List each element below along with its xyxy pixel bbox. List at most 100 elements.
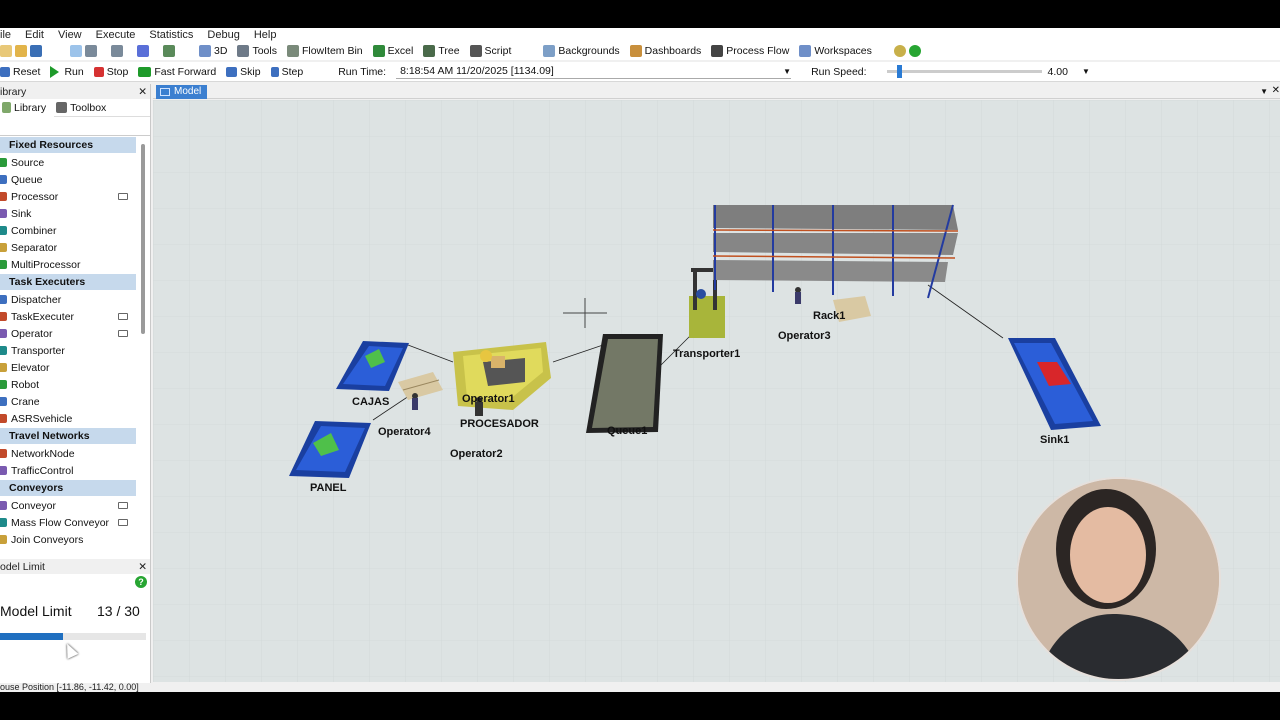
- toolbar-dashboards-button[interactable]: Dashboards: [629, 45, 701, 57]
- library-item-label: MultiProcessor: [11, 258, 81, 271]
- flow-mode-icon[interactable]: [111, 45, 123, 57]
- model-limit-panel: odel Limit ✕ ? Model Limit 13 / 30: [0, 559, 151, 683]
- tab-toolbox[interactable]: Toolbox: [54, 99, 114, 117]
- library-item[interactable]: Processor: [0, 188, 150, 205]
- library-item[interactable]: Robot: [0, 376, 150, 393]
- expand-icon[interactable]: [118, 502, 128, 509]
- chevron-down-icon[interactable]: ▼: [1082, 67, 1090, 76]
- library-item[interactable]: Crane: [0, 393, 150, 410]
- save-icon[interactable]: [30, 45, 42, 57]
- cajas-label: CAJAS: [352, 396, 390, 408]
- run-speed-slider[interactable]: [886, 65, 1042, 78]
- library-category[interactable]: Task Executers: [0, 274, 136, 290]
- run-speed-slider-thumb[interactable]: [896, 65, 902, 78]
- help-icon[interactable]: [908, 45, 921, 57]
- expand-icon[interactable]: [118, 313, 128, 320]
- toolbar-3d-button[interactable]: 3D: [199, 45, 227, 57]
- toolbar-workspaces-button[interactable]: Workspaces: [799, 45, 872, 57]
- library-item[interactable]: Separator: [0, 239, 150, 256]
- toolbar-tree-button[interactable]: Tree: [423, 45, 460, 57]
- library-item[interactable]: Combiner: [0, 222, 150, 239]
- library-item[interactable]: Join Conveyors: [0, 531, 150, 548]
- close-icon[interactable]: ✕: [138, 86, 147, 98]
- library-item-label: Robot: [11, 378, 40, 391]
- library-item-label: Source: [11, 156, 45, 169]
- backgrounds-icon: [543, 45, 556, 57]
- library-item-label: Operator: [11, 327, 53, 340]
- close-icon[interactable]: ✕: [138, 561, 147, 573]
- fast-forward-button[interactable]: Fast Forward: [138, 66, 216, 78]
- open-folder-icon[interactable]: [15, 45, 27, 57]
- menu-help[interactable]: Help: [254, 29, 277, 41]
- tab-model[interactable]: Model: [156, 85, 208, 99]
- toolbar-process-flow-button[interactable]: Process Flow: [711, 45, 789, 57]
- stop-button[interactable]: Stop: [93, 66, 128, 78]
- operator2-label: Operator2: [450, 448, 503, 460]
- close-icon[interactable]: ✕: [1272, 85, 1280, 96]
- expand-icon[interactable]: [118, 193, 128, 200]
- run-time-field[interactable]: 8:18:54 AM 11/20/2025 [1134.09] ▼: [396, 64, 792, 79]
- toolbar-tools-button[interactable]: Tools: [237, 45, 277, 57]
- expand-icon[interactable]: [118, 519, 128, 526]
- menu-view[interactable]: View: [58, 29, 82, 41]
- library-item[interactable]: TaskExecuter: [0, 308, 150, 325]
- run-speed-label: Run Speed:: [811, 65, 867, 78]
- run-button[interactable]: Run: [50, 65, 84, 78]
- connect-mode-icon[interactable]: [85, 45, 97, 57]
- menu-edit[interactable]: Edit: [25, 29, 44, 41]
- toolbar-excel-button[interactable]: Excel: [372, 45, 413, 57]
- library-item[interactable]: Transporter: [0, 342, 150, 359]
- library-category[interactable]: Conveyors: [0, 480, 136, 496]
- library-list: Fixed Resources Source Queue Processor Sink C…: [0, 137, 150, 548]
- reset-icon: [0, 66, 10, 77]
- menu-execute[interactable]: Execute: [96, 29, 136, 41]
- library-item[interactable]: Sink: [0, 205, 150, 222]
- library-item[interactable]: Mass Flow Conveyor: [0, 514, 150, 531]
- library-item[interactable]: Queue: [0, 171, 150, 188]
- fast-forward-icon: [138, 66, 152, 77]
- library-scrollbar[interactable]: [141, 144, 145, 334]
- library-search-input[interactable]: [0, 118, 150, 136]
- expand-icon[interactable]: [118, 330, 128, 337]
- chevron-down-icon[interactable]: ▼: [783, 67, 791, 76]
- library-item[interactable]: NetworkNode: [0, 445, 150, 462]
- library-item-label: Processor: [11, 190, 59, 203]
- library-item[interactable]: Conveyor: [0, 497, 150, 514]
- excel-icon: [372, 45, 385, 57]
- settings-gear-icon[interactable]: [893, 45, 906, 57]
- select-mode-icon[interactable]: [70, 45, 82, 57]
- tree-icon: [423, 45, 436, 57]
- library-item-label: Join Conveyors: [11, 533, 84, 546]
- library-item[interactable]: Operator: [0, 325, 150, 342]
- library-category[interactable]: Fixed Resources: [0, 137, 136, 153]
- library-item-icon: [0, 209, 7, 218]
- library-item-label: Separator: [11, 241, 58, 254]
- library-item[interactable]: MultiProcessor: [0, 256, 150, 273]
- run-speed-value[interactable]: 4.00: [1048, 66, 1068, 78]
- color-icon[interactable]: [137, 45, 149, 57]
- toolbar-flowitem-bin-button[interactable]: FlowItem Bin: [286, 45, 363, 57]
- library-item[interactable]: Dispatcher: [0, 291, 150, 308]
- library-item[interactable]: Source: [0, 154, 150, 171]
- help-icon[interactable]: ?: [135, 576, 147, 588]
- toolbar-script-button[interactable]: Script: [469, 45, 511, 57]
- library-item[interactable]: ASRSvehicle: [0, 410, 150, 427]
- library-item[interactable]: TrafficControl: [0, 462, 150, 479]
- operator1-label: Operator1: [462, 393, 515, 405]
- step-button[interactable]: Step: [270, 66, 303, 78]
- reset-button[interactable]: Reset: [0, 66, 40, 78]
- library-item-icon: [0, 175, 7, 184]
- menu-debug[interactable]: Debug: [207, 29, 239, 41]
- library-category[interactable]: Travel Networks: [0, 428, 136, 444]
- library-item[interactable]: Elevator: [0, 359, 150, 376]
- tab-library[interactable]: Library: [0, 98, 55, 117]
- toolbar-backgrounds-button[interactable]: Backgrounds: [543, 45, 620, 57]
- chevron-down-icon[interactable]: ▼: [1260, 87, 1268, 96]
- new-icon[interactable]: [0, 45, 12, 57]
- transporter1-label: Transporter1: [673, 348, 741, 360]
- menu-file[interactable]: ile: [0, 29, 11, 41]
- view-icon[interactable]: [163, 45, 175, 57]
- model-limit-panel-title: odel Limit ✕: [0, 559, 150, 574]
- skip-button[interactable]: Skip: [226, 66, 261, 78]
- menu-statistics[interactable]: Statistics: [149, 29, 193, 41]
